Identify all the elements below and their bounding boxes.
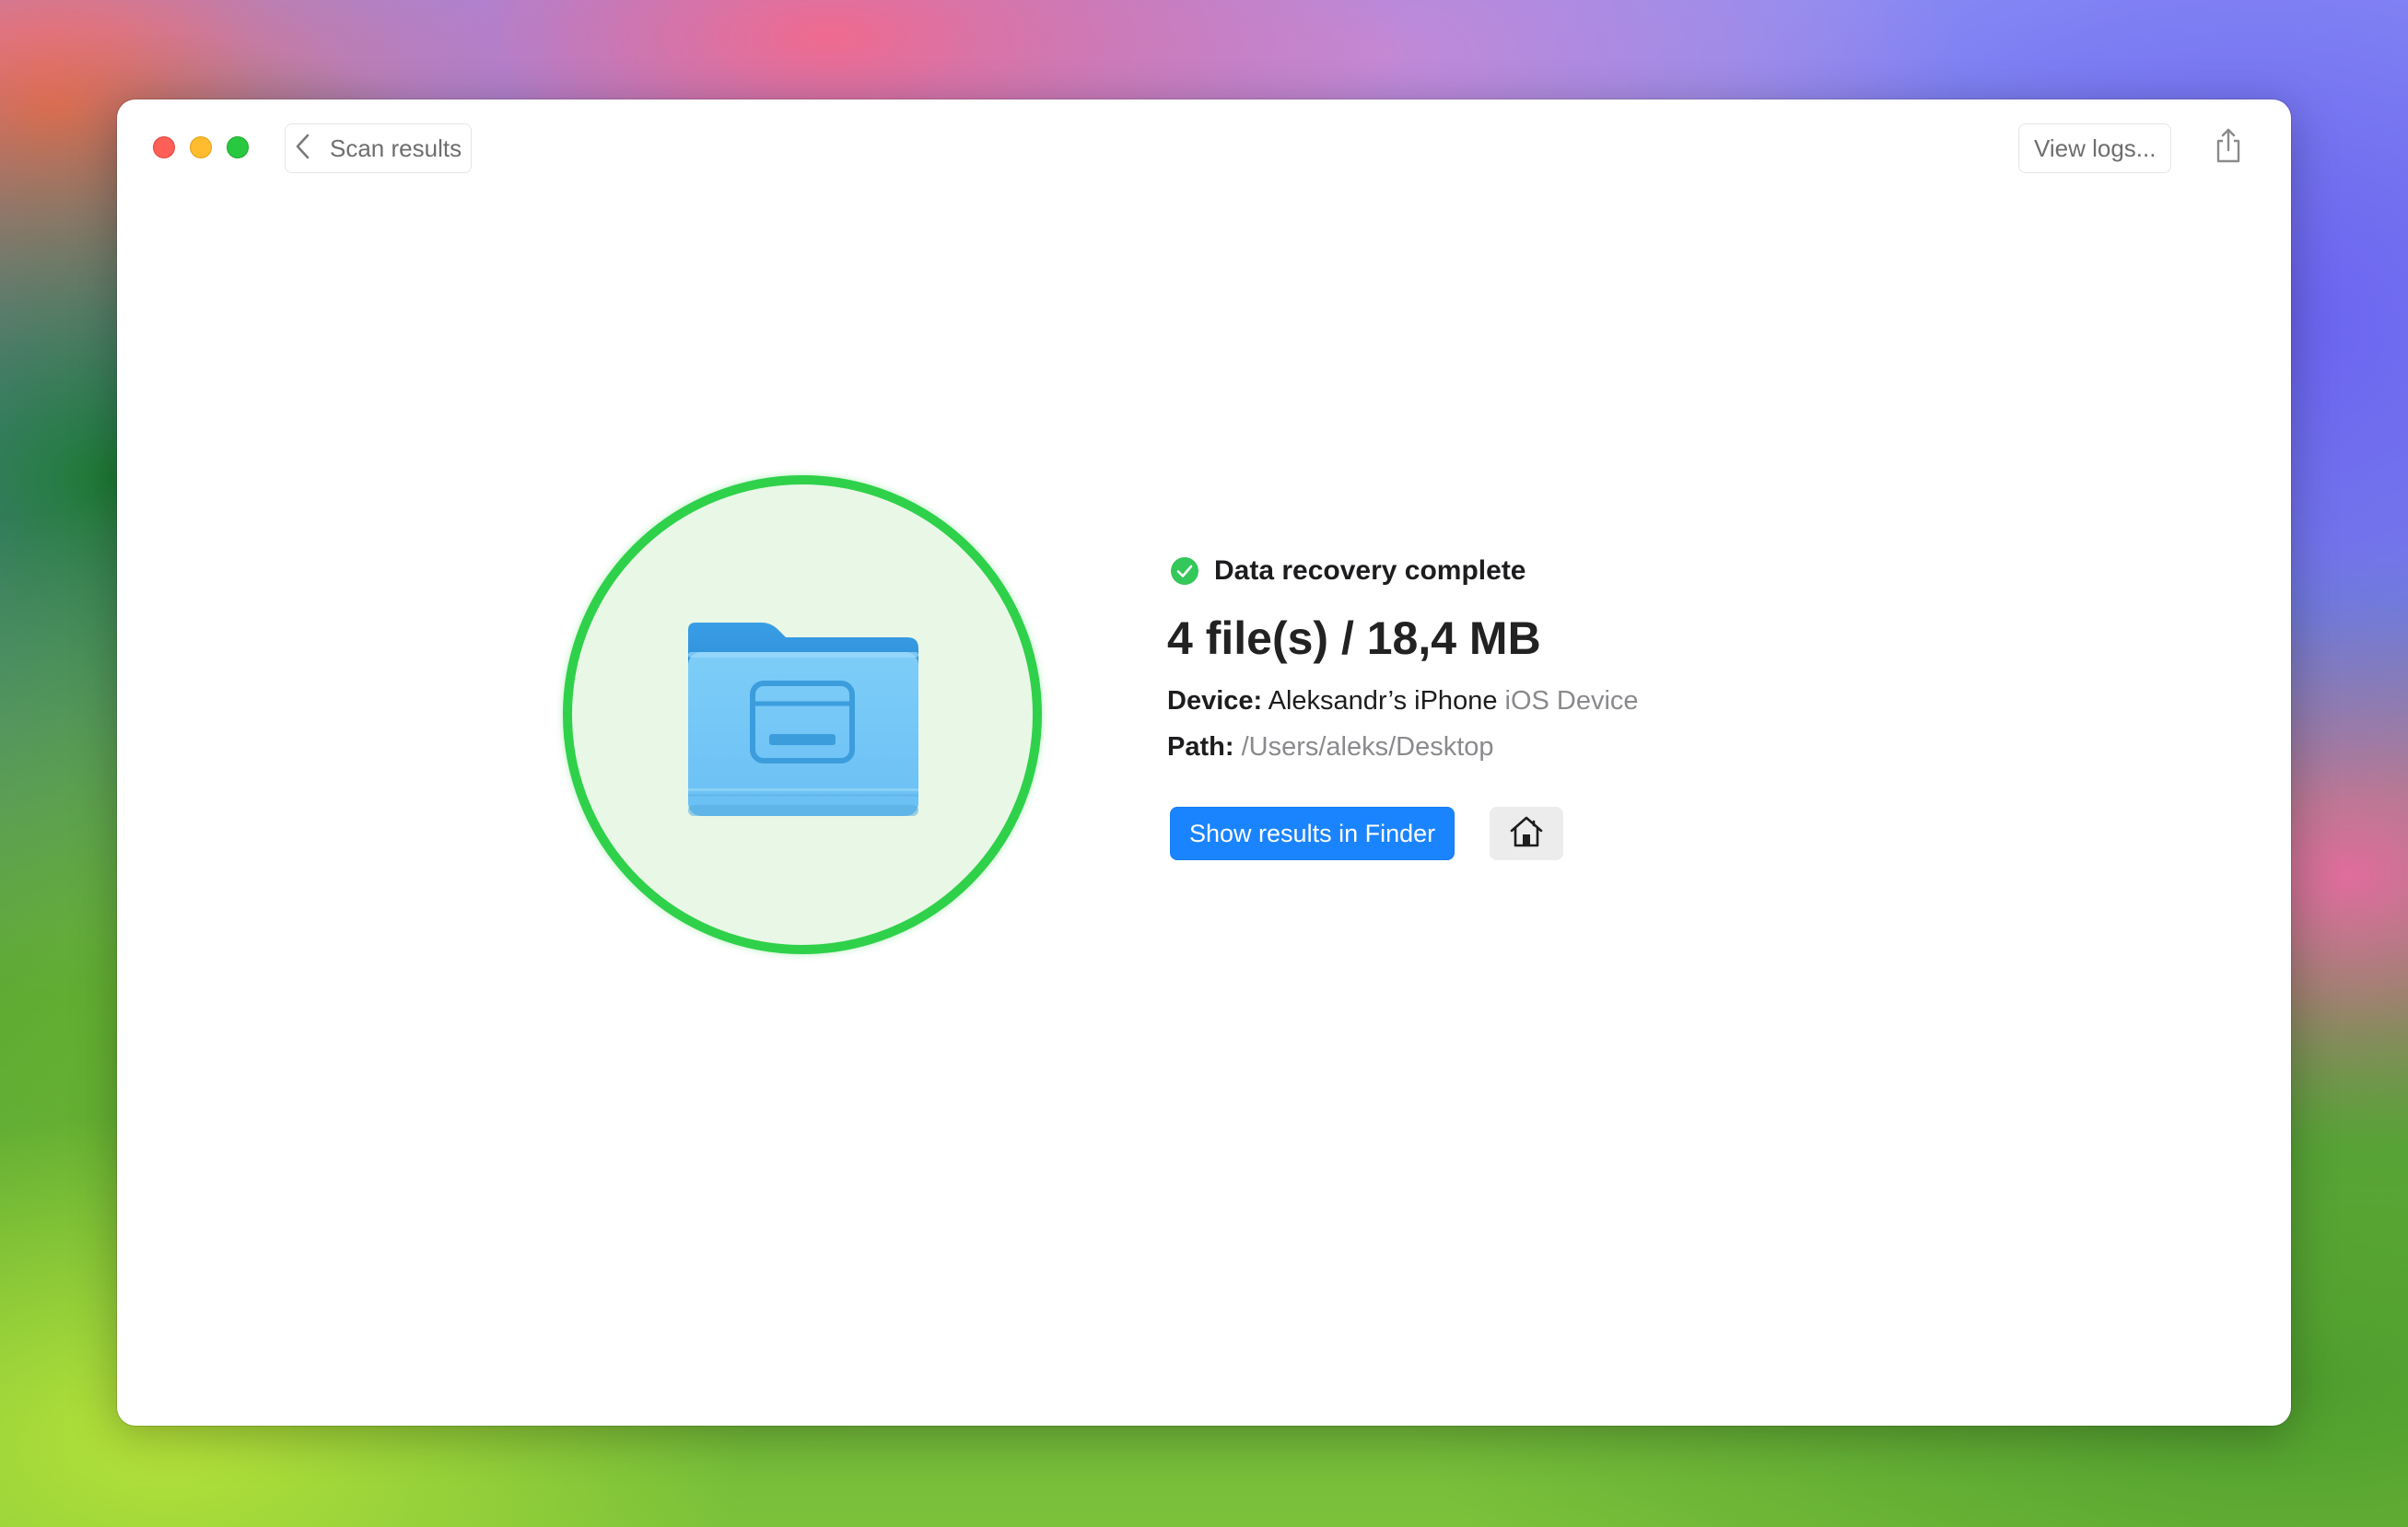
back-button[interactable]: Scan results xyxy=(285,123,473,173)
status-text: Data recovery complete xyxy=(1214,555,1526,586)
recovery-summary: 4 file(s) / 18,4 MB xyxy=(1167,612,1541,664)
status-row: Data recovery complete xyxy=(1167,551,1996,591)
result-badge-circle xyxy=(563,475,1042,954)
result-info: Data recovery complete 4 file(s) / 18,4 … xyxy=(1167,551,1996,860)
device-type: iOS Device xyxy=(1504,686,1639,716)
chevron-left-icon xyxy=(293,133,313,165)
view-logs-button[interactable]: View logs... xyxy=(2018,123,2172,173)
path-line: Path: /Users/aleks/Desktop xyxy=(1167,724,1996,770)
window-close-button[interactable] xyxy=(153,136,175,158)
app-window: Scan results View logs... Data recovery … xyxy=(117,99,2291,1426)
house-icon xyxy=(1508,814,1545,854)
path-label: Path: xyxy=(1167,732,1234,762)
device-label: Device: xyxy=(1167,686,1263,716)
folder-icon xyxy=(686,619,920,820)
action-row: Show results in Finder xyxy=(1167,807,1996,860)
window-zoom-button[interactable] xyxy=(227,136,249,158)
window-minimize-button[interactable] xyxy=(190,136,212,158)
checkmark-circle-icon xyxy=(1170,556,1199,586)
path-value: /Users/aleks/Desktop xyxy=(1241,732,1494,762)
share-icon xyxy=(2213,127,2244,169)
home-button[interactable] xyxy=(1490,807,1564,860)
show-in-finder-button[interactable]: Show results in Finder xyxy=(1170,807,1455,860)
back-button-label: Scan results xyxy=(330,134,462,162)
device-line: Device: Aleksandr’s iPhone iOS Device xyxy=(1167,678,1996,724)
share-button[interactable] xyxy=(2208,127,2249,168)
device-name: Aleksandr’s iPhone xyxy=(1268,686,1498,716)
